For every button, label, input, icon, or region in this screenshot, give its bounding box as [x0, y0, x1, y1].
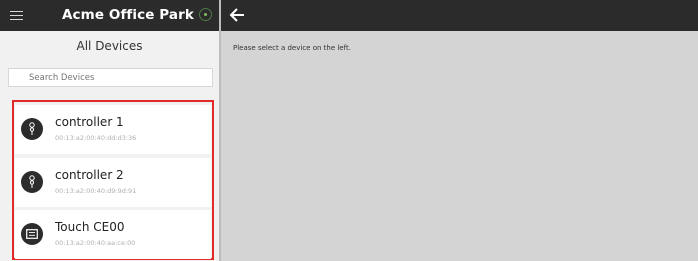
hamburger-icon: [9, 10, 23, 21]
device-mac: 00:13:a2:00:40:d9:9d:91: [55, 187, 137, 195]
menu-button[interactable]: [0, 0, 32, 31]
search-input[interactable]: [8, 68, 213, 87]
device-name: Touch CE00: [55, 220, 125, 234]
device-mac: 00:13:a2:00:40:dd:d3:36: [55, 134, 137, 142]
sidebar: Acme Office Park All Devices controller …: [0, 0, 221, 261]
page-title: All Devices: [76, 39, 143, 53]
device-name: controller 1: [55, 115, 124, 129]
touch-panel-icon: [21, 223, 43, 245]
controller-icon: [21, 118, 43, 140]
controller-icon: [21, 171, 43, 193]
device-list: controller 1 00:13:a2:00:40:dd:d3:36 con…: [12, 100, 214, 260]
device-name: controller 2: [55, 168, 124, 182]
empty-state-message: Please select a device on the left.: [233, 44, 351, 52]
app-title: Acme Office Park: [62, 7, 194, 23]
device-item-controller-2[interactable]: controller 2 00:13:a2:00:40:d9:9d:91: [15, 158, 211, 207]
main-topbar: [221, 0, 698, 31]
connected-status-icon[interactable]: [199, 8, 212, 21]
back-arrow-icon[interactable]: [229, 6, 247, 24]
device-item-touch-ce00[interactable]: Touch CE00 00:13:a2:00:40:aa:ce:00: [15, 210, 211, 259]
sidebar-topbar: Acme Office Park: [0, 0, 219, 31]
device-item-controller-1[interactable]: controller 1 00:13:a2:00:40:dd:d3:36: [15, 105, 211, 154]
device-mac: 00:13:a2:00:40:aa:ce:00: [55, 239, 136, 247]
